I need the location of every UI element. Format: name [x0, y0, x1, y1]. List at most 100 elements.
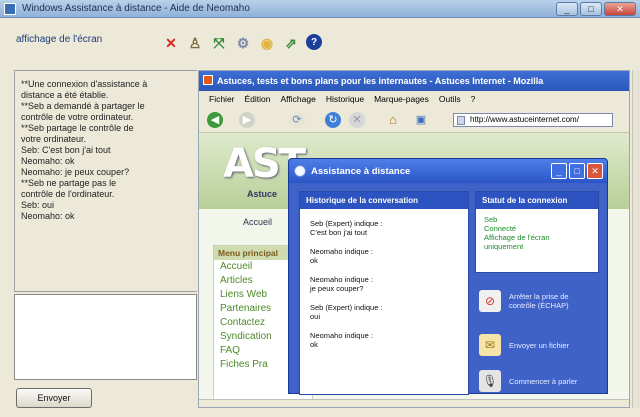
- talk-action[interactable]: 🎙 Commencer à parler: [475, 365, 599, 397]
- menu-affichage[interactable]: Affichage: [281, 94, 316, 104]
- chat-line: votre ordinateur.: [21, 134, 87, 144]
- history-author: Neomaho indique :: [310, 247, 373, 256]
- home-icon[interactable]: ⌂: [385, 112, 401, 128]
- send-button[interactable]: Envoyer: [16, 388, 92, 408]
- send-file-action[interactable]: ✉ Envoyer un fichier: [475, 329, 599, 361]
- browser-menubar: Fichier Édition Affichage Historique Mar…: [199, 91, 629, 107]
- screen-view-label: affichage de l'écran: [16, 34, 103, 45]
- menu-fichier[interactable]: Fichier: [209, 94, 235, 104]
- stop-control-label-line: Arrêter la prise de: [509, 292, 569, 301]
- history-header: Historique de la conversation: [300, 192, 468, 209]
- back-arrow-icon[interactable]: ◀: [207, 112, 223, 128]
- window-title: Windows Assistance à distance - Aide de …: [22, 3, 250, 14]
- conversation-history: Historique de la conversation Seb (Exper…: [299, 191, 469, 395]
- reload-icon[interactable]: ⟳: [289, 112, 305, 128]
- site-subtitle: Astuce: [247, 189, 278, 199]
- history-entry: Seb (Expert) indique : oui: [300, 303, 468, 321]
- dialog-minimize-button[interactable]: _: [551, 163, 567, 179]
- dialog-maximize-button[interactable]: □: [569, 163, 585, 179]
- status-line: Connecté: [484, 224, 517, 233]
- toolbar-icons: ✕ ♙ ⤧ ⚙ ◉ ⇗ ?: [162, 34, 322, 52]
- history-author: Seb (Expert) indique :: [310, 219, 383, 228]
- address-value: http://www.astuceinternet.com/: [470, 115, 579, 124]
- refresh-icon[interactable]: ↻: [325, 112, 341, 128]
- maximize-button[interactable]: □: [580, 2, 602, 16]
- history-text: C'est bon j'ai tout: [310, 228, 368, 237]
- close-button[interactable]: ✕: [604, 2, 636, 16]
- chat-line: Neomaho: ok: [21, 211, 75, 221]
- stop-icon[interactable]: ✕: [349, 112, 365, 128]
- chat-log: **Une connexion d'assistance à distance …: [14, 70, 197, 292]
- app-icon: [4, 3, 16, 15]
- chat-bubble-icon[interactable]: ◉: [258, 34, 276, 52]
- chat-line: **Seb a demandé à partager le: [21, 101, 145, 111]
- favicon-icon: [203, 75, 213, 85]
- talk-label: Commencer à parler: [509, 376, 578, 386]
- outer-vscrollbar[interactable]: [632, 70, 640, 408]
- chat-line: Neomaho: ok: [21, 156, 75, 166]
- chat-line: **Seb partage le contrôle de: [21, 123, 134, 133]
- browser-navbar: ◀ ▶ ⟳ ↻ ✕ ⌂ ▣ http://www.astuceinternet.…: [199, 107, 629, 133]
- chat-line: contrôle de votre ordinateur.: [21, 112, 134, 122]
- assistance-icon: [294, 165, 306, 177]
- window-titlebar: Windows Assistance à distance - Aide de …: [0, 0, 640, 18]
- dialog-title: Assistance à distance: [311, 166, 411, 177]
- dialog-controls: _ □ ✕: [551, 163, 603, 179]
- chat-input[interactable]: [14, 294, 197, 380]
- chat-line: distance a été établie.: [21, 90, 109, 100]
- menu-historique[interactable]: Historique: [326, 94, 364, 104]
- status-line: Seb: [484, 215, 498, 224]
- site-nav-home[interactable]: Accueil: [243, 217, 272, 227]
- menu-edition[interactable]: Édition: [245, 94, 271, 104]
- menu-help[interactable]: ?: [471, 94, 476, 104]
- bookmark-icon[interactable]: ▣: [413, 112, 429, 128]
- chat-line: Seb: C'est bon j'ai tout: [21, 145, 111, 155]
- history-author: Neomaho indique :: [310, 331, 373, 340]
- history-text: ok: [310, 340, 318, 349]
- dialog-close-button[interactable]: ✕: [587, 163, 603, 179]
- send-file-icon: ✉: [479, 334, 501, 356]
- remote-assistance-dialog: Assistance à distance _ □ ✕ Historique d…: [288, 158, 608, 397]
- person-icon[interactable]: ♙: [186, 34, 204, 52]
- send-file-label: Envoyer un fichier: [509, 340, 570, 350]
- talk-icon: 🎙: [479, 370, 501, 392]
- forward-arrow-icon[interactable]: ▶: [239, 112, 255, 128]
- browser-hscrollbar[interactable]: [199, 399, 629, 407]
- status-body: Seb Connecté Affichage de l'écran unique…: [476, 209, 598, 257]
- history-author: Neomaho indique :: [310, 275, 373, 284]
- history-author: Seb (Expert) indique :: [310, 303, 383, 312]
- fit-screen-icon[interactable]: ⤧: [210, 34, 228, 52]
- window-controls: _ □ ✕: [556, 2, 636, 16]
- status-line: uniquement: [484, 242, 524, 251]
- chat-line: **Une connexion d'assistance à: [21, 79, 148, 89]
- stop-control-icon: ⊘: [479, 290, 501, 312]
- connection-status: Statut de la connexion Seb Connecté Affi…: [475, 191, 599, 273]
- stop-control-action[interactable]: ⊘ Arrêter la prise de contrôle (ÉCHAP): [475, 285, 599, 317]
- history-entry: Seb (Expert) indique : C'est bon j'ai to…: [300, 219, 468, 237]
- stop-control-label: Arrêter la prise de contrôle (ÉCHAP): [509, 292, 569, 310]
- gear-icon[interactable]: ⚙: [234, 34, 252, 52]
- menu-outils[interactable]: Outils: [439, 94, 461, 104]
- history-text: ok: [310, 256, 318, 265]
- chat-line: Seb: oui: [21, 200, 55, 210]
- address-bar[interactable]: http://www.astuceinternet.com/: [453, 113, 613, 127]
- help-icon[interactable]: ?: [306, 34, 322, 50]
- history-text: je peux couper?: [310, 284, 364, 293]
- toolbar: affichage de l'écran ✕ ♙ ⤧ ⚙ ◉ ⇗ ?: [0, 18, 640, 70]
- stop-control-label-line: contrôle (ÉCHAP): [509, 301, 569, 310]
- status-line: Affichage de l'écran: [484, 233, 550, 242]
- browser-title: Astuces, tests et bons plans pour les in…: [217, 76, 544, 86]
- status-header: Statut de la connexion: [476, 192, 598, 209]
- browser-titlebar: Astuces, tests et bons plans pour les in…: [199, 71, 629, 91]
- minimize-button[interactable]: _: [556, 2, 578, 16]
- history-entry: Neomaho indique : ok: [300, 247, 468, 265]
- chat-line: Neomaho: je peux couper?: [21, 167, 130, 177]
- menu-marque-pages[interactable]: Marque-pages: [374, 94, 429, 104]
- send-file-icon[interactable]: ⇗: [282, 34, 300, 52]
- chat-line: **Seb ne partage pas le: [21, 178, 117, 188]
- history-text: oui: [310, 312, 321, 321]
- close-x-icon[interactable]: ✕: [162, 34, 180, 52]
- page-icon: [457, 116, 465, 125]
- dialog-titlebar: Assistance à distance _ □ ✕: [289, 159, 607, 183]
- history-entry: Neomaho indique : ok: [300, 331, 468, 349]
